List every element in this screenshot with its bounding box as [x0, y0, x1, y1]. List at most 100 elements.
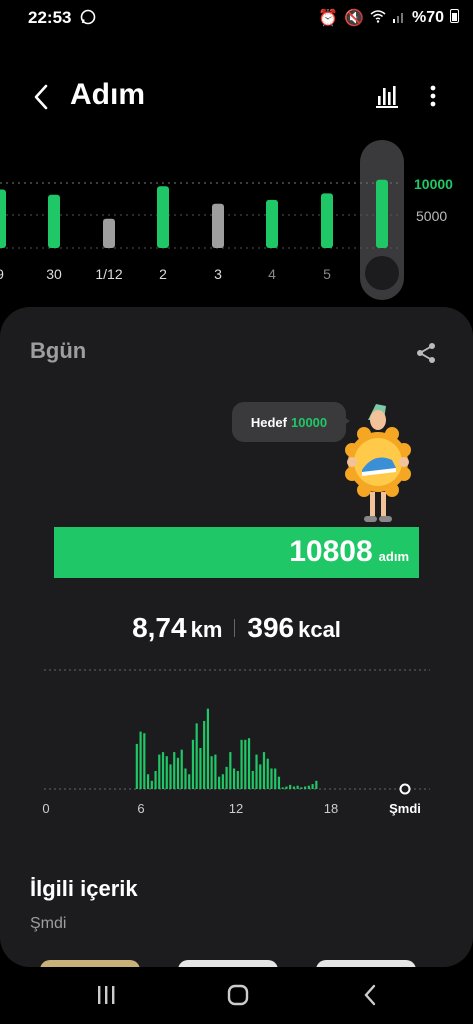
- hourly-bar: [214, 754, 217, 789]
- day-bar-30[interactable]: [48, 194, 60, 248]
- hourly-bar: [292, 786, 296, 789]
- day-label-30[interactable]: 30: [46, 266, 62, 282]
- hourly-bar: [307, 785, 310, 789]
- status-icons: ⏰ 🔇 %70: [318, 8, 459, 28]
- day-bar-9[interactable]: [0, 189, 6, 249]
- hourly-bar: [236, 770, 239, 789]
- hourly-bar: [300, 787, 303, 789]
- day-label-1/12[interactable]: 1/12: [95, 266, 122, 282]
- bar-chart-icon: [376, 86, 398, 108]
- hourly-bar: [311, 784, 314, 789]
- hourly-bar: [315, 780, 318, 789]
- signal-icon: [392, 9, 406, 28]
- stats-divider: [234, 619, 236, 637]
- goal-prefix: Hedef: [250, 414, 287, 430]
- steps-progress-bar: 10808 adım: [54, 527, 419, 578]
- steps-unit: adım: [378, 549, 409, 564]
- hourly-bar: [285, 786, 288, 789]
- more-options-button[interactable]: [424, 80, 442, 112]
- card-title: Bgün: [30, 338, 87, 363]
- stats-row: 8,74 km 396 kcal: [0, 612, 473, 644]
- battery-percent: %70: [411, 9, 444, 26]
- battery-icon: [450, 8, 459, 28]
- hourly-bar: [188, 774, 191, 789]
- now-marker: [399, 783, 411, 795]
- share-icon: [417, 343, 435, 363]
- hourly-steps-chart[interactable]: 0 6 12 18 Şmdi: [30, 665, 440, 825]
- day-bar-1/12[interactable]: [103, 218, 115, 248]
- hourly-bar: [251, 770, 254, 789]
- hourly-bar: [146, 774, 150, 789]
- chart-view-button[interactable]: [374, 82, 402, 110]
- more-vertical-icon: [430, 85, 436, 107]
- hourly-bar: [266, 758, 269, 789]
- hourly-axis-label: 12: [229, 801, 243, 816]
- hourly-bar: [173, 752, 176, 789]
- hourly-bar: [199, 748, 202, 789]
- day-label-2[interactable]: 2: [159, 266, 167, 282]
- wifi-icon: [370, 9, 386, 28]
- distance-value: 8,74: [132, 612, 187, 643]
- hourly-bar: [203, 720, 206, 789]
- hourly-bar: [210, 756, 213, 789]
- hourly-axis-label: Şmdi: [389, 801, 421, 816]
- hourly-bar: [255, 754, 258, 789]
- hourly-bar: [135, 743, 138, 789]
- whatsapp-icon: [80, 9, 96, 30]
- hourly-axis-label: 6: [137, 801, 144, 816]
- alarm-icon: ⏰: [318, 10, 339, 27]
- hourly-bar: [296, 785, 299, 789]
- related-content-subtitle: Şmdi: [30, 915, 67, 932]
- day-bar-6[interactable]: [376, 179, 388, 248]
- hourly-bar: [184, 768, 187, 789]
- hourly-bar: [150, 780, 153, 789]
- system-nav-bar: [0, 967, 473, 1024]
- day-bar-2[interactable]: [157, 186, 169, 248]
- day-bar-3[interactable]: [212, 203, 224, 248]
- hourly-bar: [221, 774, 224, 789]
- hourly-bar: [274, 768, 277, 789]
- calories-stat: 396 kcal: [247, 612, 341, 644]
- day-label-3[interactable]: 3: [214, 266, 222, 282]
- day-bar-4[interactable]: [266, 199, 278, 248]
- back-chevron-icon: [34, 84, 48, 110]
- day-label-4[interactable]: 4: [268, 266, 276, 282]
- goal-axis-label: 10000: [414, 176, 453, 192]
- hourly-bar: [289, 784, 292, 789]
- hourly-bar: [180, 749, 183, 789]
- goal-bubble: Hedef 10000: [232, 402, 346, 442]
- back-nav-button[interactable]: [362, 984, 378, 1006]
- distance-stat: 8,74 km: [132, 612, 222, 644]
- hourly-bar: [158, 754, 161, 789]
- hourly-bar: [206, 708, 210, 789]
- calories-unit: kcal: [298, 617, 341, 642]
- goal-value: 10000: [290, 414, 328, 430]
- hourly-bar: [270, 768, 273, 789]
- mute-icon: 🔇: [344, 10, 364, 27]
- steps-value: 10808: [289, 535, 373, 568]
- daily-steps-chart[interactable]: 10000 5000 9301/1223456: [0, 135, 473, 305]
- status-bar: 22:53 ⏰ 🔇 %70: [0, 0, 473, 36]
- hourly-bar: [244, 739, 247, 789]
- recent-apps-button[interactable]: [95, 984, 117, 1006]
- hourly-bar: [259, 764, 262, 789]
- day-label-9[interactable]: 9: [0, 266, 4, 282]
- hourly-bar: [229, 752, 232, 789]
- hourly-bar: [154, 770, 157, 789]
- hourly-bar: [262, 752, 266, 789]
- calories-value: 396: [247, 612, 295, 643]
- day-label-5[interactable]: 5: [323, 266, 331, 282]
- hourly-bar: [195, 723, 198, 789]
- hourly-bar: [161, 752, 165, 789]
- home-button[interactable]: [226, 983, 250, 1007]
- hourly-bar: [281, 787, 284, 789]
- hourly-axis-label: 18: [324, 801, 338, 816]
- hourly-axis-label: 0: [42, 801, 49, 816]
- share-button[interactable]: [414, 341, 438, 365]
- hourly-bar: [232, 768, 236, 789]
- page-title: Adım: [70, 78, 145, 111]
- hourly-bar: [165, 756, 168, 789]
- back-button[interactable]: [26, 80, 56, 114]
- hourly-bar: [143, 733, 146, 789]
- day-bar-5[interactable]: [321, 193, 333, 248]
